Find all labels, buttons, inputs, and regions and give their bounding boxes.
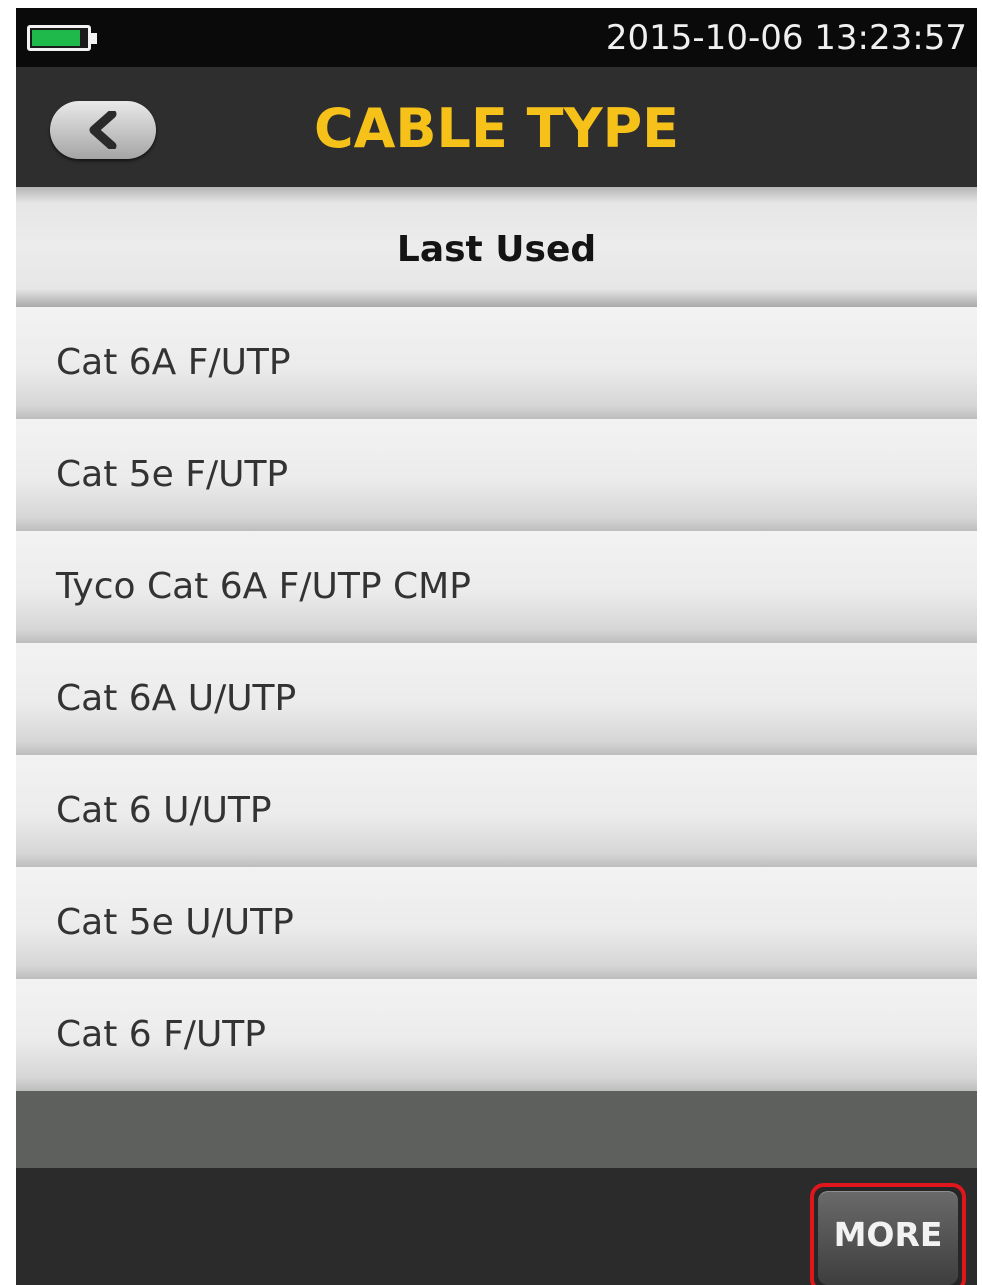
footer-bar: MORE <box>16 1168 977 1285</box>
list-item-label: Cat 5e F/UTP <box>56 454 289 495</box>
list-item-label: Cat 6A U/UTP <box>56 678 297 719</box>
list-item[interactable]: Cat 6A U/UTP <box>16 643 977 755</box>
list-item[interactable]: Tyco Cat 6A F/UTP CMP <box>16 531 977 643</box>
battery-level <box>32 30 81 46</box>
list-item[interactable]: Cat 6A F/UTP <box>16 307 977 419</box>
more-button[interactable]: MORE <box>810 1183 966 1285</box>
device-screen: 2015-10-06 13:23:57 CABLE TYPE Last Used… <box>16 8 977 1285</box>
title-bar: CABLE TYPE <box>16 67 977 187</box>
list-item[interactable]: Cat 6 U/UTP <box>16 755 977 867</box>
list-item[interactable]: Cat 6 F/UTP <box>16 979 977 1091</box>
list-item[interactable]: Cat 5e U/UTP <box>16 867 977 979</box>
list-item[interactable]: Cat 5e F/UTP <box>16 419 977 531</box>
battery-icon <box>27 25 91 51</box>
date-time: 2015-10-06 13:23:57 <box>605 18 967 58</box>
cable-type-list: Cat 6A F/UTP Cat 5e F/UTP Tyco Cat 6A F/… <box>16 307 977 1091</box>
status-bar: 2015-10-06 13:23:57 <box>16 8 977 67</box>
more-button-label: MORE <box>833 1215 943 1254</box>
list-item-label: Tyco Cat 6A F/UTP CMP <box>56 566 471 607</box>
more-button-face: MORE <box>818 1191 958 1285</box>
section-header-last-used: Last Used <box>16 187 977 307</box>
section-label: Last Used <box>396 229 597 270</box>
list-item-label: Cat 5e U/UTP <box>56 902 294 943</box>
list-end-band <box>16 1091 977 1168</box>
list-item-label: Cat 6 U/UTP <box>56 790 272 831</box>
list-item-label: Cat 6A F/UTP <box>56 342 291 383</box>
battery-tip <box>91 33 97 44</box>
list-item-label: Cat 6 F/UTP <box>56 1014 266 1055</box>
page-title: CABLE TYPE <box>313 97 680 160</box>
